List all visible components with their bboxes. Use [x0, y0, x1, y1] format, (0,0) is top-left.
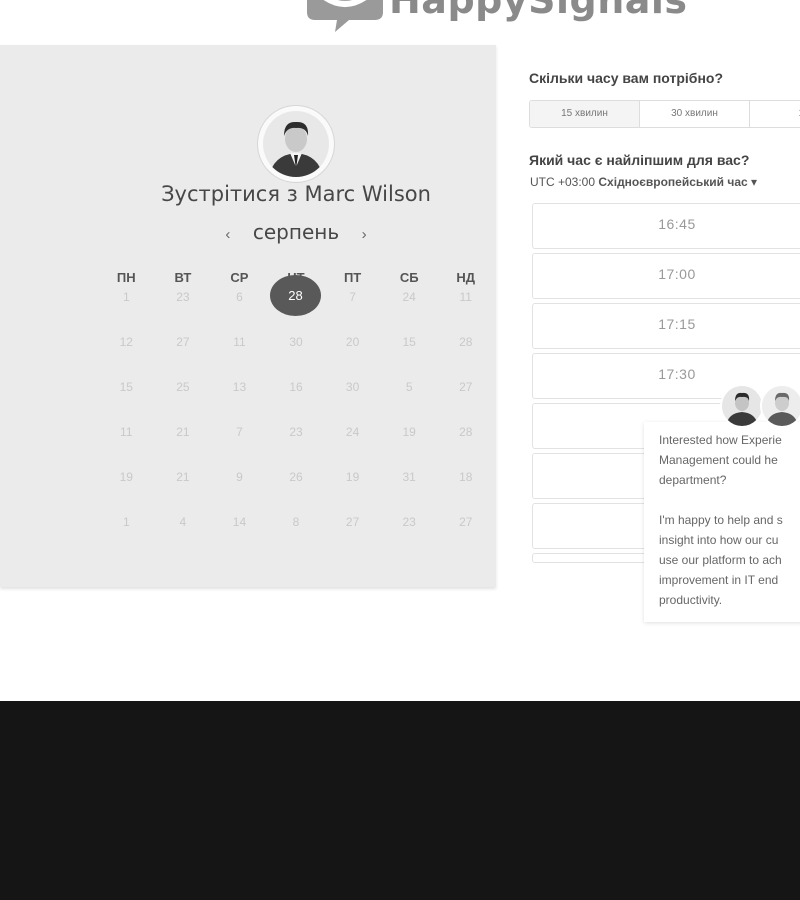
logo-text: HappySignals [389, 0, 688, 22]
calendar-day: 7 [236, 425, 243, 439]
calendar-day: 23 [176, 290, 190, 304]
month-label: серпень [252, 220, 340, 244]
calendar-day: 18 [459, 470, 473, 484]
calendar-day: 20 [345, 335, 360, 349]
calendar-day: 13 [232, 380, 247, 394]
calendar-day: 19 [345, 470, 360, 484]
weekday-label: НД [456, 270, 476, 285]
calendar-day: 15 [402, 335, 416, 349]
calendar-day: 27 [176, 335, 190, 349]
calendar-day: 27 [345, 515, 360, 529]
chevron-right-icon[interactable]: › [362, 226, 367, 243]
host-avatar [258, 106, 334, 182]
selected-day[interactable]: 28 [270, 275, 321, 316]
weekday-label: ПН [116, 270, 136, 285]
calendar-day: 11 [120, 425, 133, 439]
calendar-day: 1 [122, 515, 130, 529]
chevron-left-icon[interactable]: ‹ [225, 226, 230, 243]
duration-option-60[interactable]: 1 г [750, 101, 800, 127]
calendar-week: 1 4 14 8 27 23 27 [98, 510, 494, 555]
calendar-day: 26 [289, 470, 303, 484]
calendar-day: 25 [176, 380, 190, 394]
calendar-day: 21 [176, 470, 190, 484]
calendar-day: 5 [405, 380, 413, 394]
time-slot[interactable]: 17:00 [532, 253, 800, 299]
duration-selector: 15 хвилин 30 хвилин 1 г [529, 100, 800, 128]
month-navigation: ‹ серпень › [0, 220, 592, 244]
time-question: Який час є найліпшим для вас? [529, 152, 750, 168]
chat-agent-avatars [720, 384, 800, 428]
calendar-day: 24 [345, 425, 360, 439]
calendar-day: 8 [292, 515, 300, 529]
calendar-day: 11 [233, 335, 246, 349]
calendar-week: 19 21 9 26 19 31 18 [98, 465, 494, 510]
calendar-week: 12 27 11 30 20 15 28 [98, 330, 494, 375]
timezone-offset: UTC +03:00 [530, 175, 596, 189]
calendar-day: 21 [176, 425, 190, 439]
person-icon [263, 111, 329, 177]
timezone-selector[interactable]: UTC +03:00 Східноєвропейський час ▾ [530, 175, 757, 189]
calendar-day: 11 [459, 290, 472, 304]
calendar-day: 24 [402, 290, 416, 304]
duration-question: Скільки часу вам потрібно? [529, 70, 724, 86]
page-footer [0, 701, 800, 900]
calendar-day: 30 [345, 380, 360, 394]
time-slot[interactable]: 16:45 [532, 203, 800, 249]
calendar-day: 1 [122, 290, 130, 304]
calendar-day: 27 [459, 380, 473, 394]
calendar-day: 4 [179, 515, 187, 529]
calendar-day: 30 [289, 335, 303, 349]
calendar-day: 19 [119, 470, 133, 484]
calendar-day: 7 [349, 290, 356, 304]
calendar-day: 23 [402, 515, 416, 529]
chevron-down-icon: ▾ [751, 175, 758, 189]
person-icon [762, 386, 800, 426]
weekday-label: СБ [399, 270, 419, 285]
calendar-day: 12 [119, 335, 133, 349]
calendar-day: 14 [232, 515, 247, 529]
agent-avatar [760, 384, 800, 428]
calendar-day: 23 [289, 425, 303, 439]
calendar-day: 6 [236, 290, 243, 304]
meeting-title: Зустрітися з Marc Wilson [161, 182, 431, 206]
agent-avatar [720, 384, 764, 428]
person-icon [722, 386, 762, 426]
weekday-label: ПТ [343, 270, 362, 285]
chat-message: Interested how Experie Management could … [659, 433, 783, 607]
duration-option-15[interactable]: 15 хвилин [530, 101, 640, 127]
calendar-day: 16 [289, 380, 303, 394]
calendar-week: 11 21 7 23 24 19 28 [98, 420, 494, 465]
timezone-name: Східноєвропейський час [598, 175, 748, 189]
weekday-label: СР [230, 270, 249, 285]
duration-option-30[interactable]: 30 хвилин [640, 101, 750, 127]
calendar-week: 15 25 13 16 30 5 27 [98, 375, 494, 420]
speech-bubble-logo-icon [307, 0, 383, 32]
calendar-day: 31 [402, 470, 416, 484]
calendar-day: 27 [459, 515, 473, 529]
calendar-day: 28 [459, 425, 473, 439]
weekday-label: ВТ [174, 270, 192, 285]
calendar-day: 15 [119, 380, 133, 394]
calendar-day: 9 [236, 470, 243, 484]
time-slot[interactable]: 17:15 [532, 303, 800, 349]
calendar-day: 19 [402, 425, 416, 439]
calendar-day: 28 [459, 335, 473, 349]
